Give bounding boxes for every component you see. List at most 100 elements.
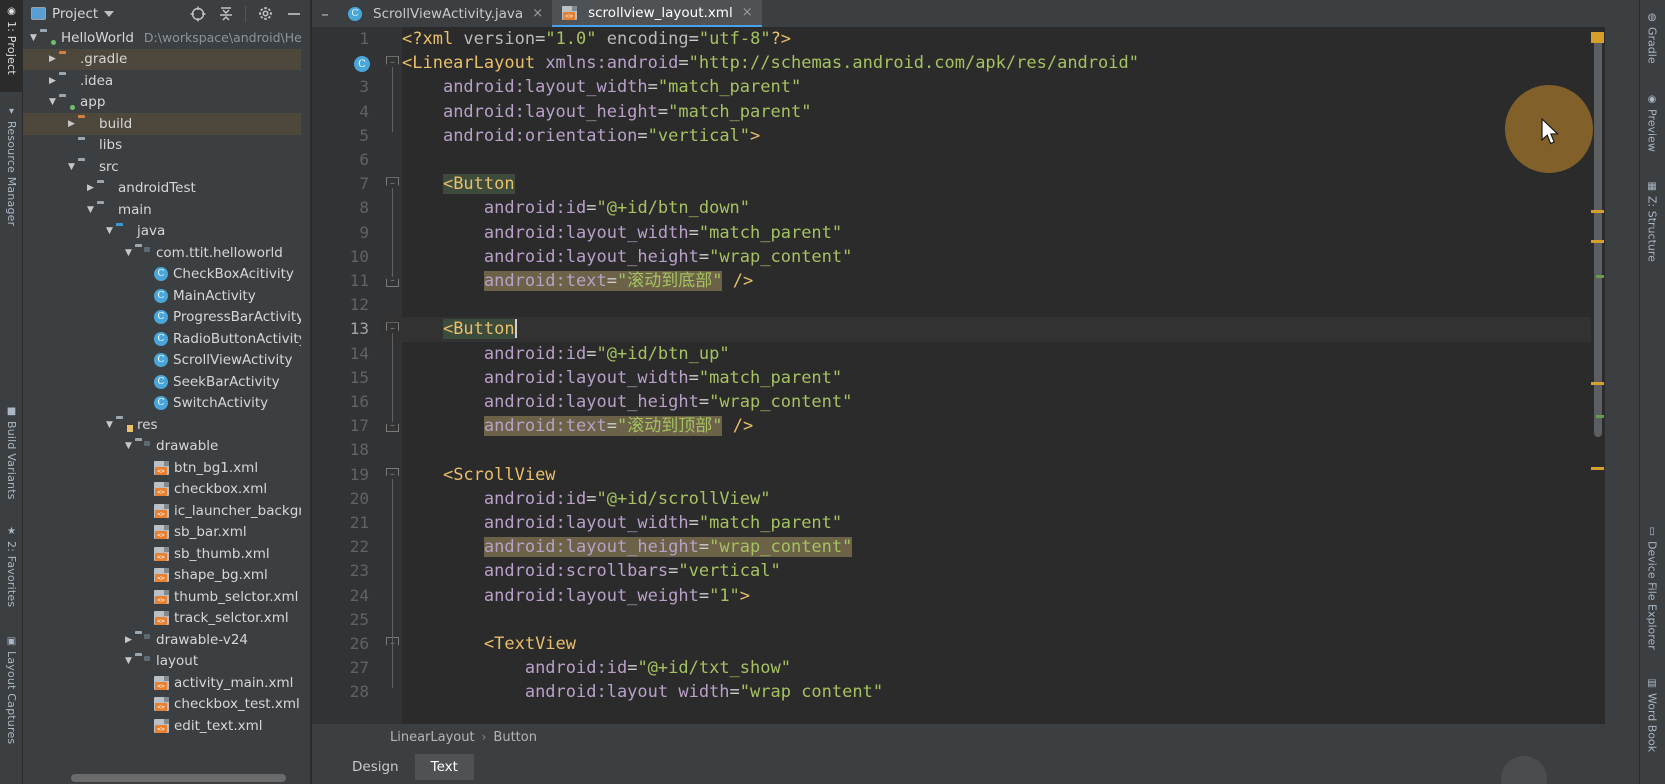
tree-row[interactable]: ▶ .gradle [23,48,301,70]
tree-row-root[interactable]: ▼ HelloWorld D:\workspace\android\Hell [23,27,301,49]
breadcrumb-item-linearlayout[interactable]: LinearLayout [390,730,475,745]
code-text[interactable]: 1<?xml version="1.0" encoding="utf-8"?>2… [350,27,1605,724]
tree-row[interactable]: ▼ java [23,221,301,243]
code-line[interactable]: <LinearLayout xmlns:android="http://sche… [402,51,1139,75]
chevron-right-icon[interactable]: ▶ [84,183,97,193]
code-line[interactable]: <TextView [402,632,576,656]
breadcrumb-item-button[interactable]: Button [493,730,537,745]
code-line[interactable]: <Button [402,317,517,341]
tree-row[interactable]: ▶<> track_selctor.xml [23,608,301,630]
code-line[interactable]: android:id="@+id/txt_show" [402,656,791,680]
code-line[interactable]: android:id="@+id/scrollView" [402,487,771,511]
tree-row[interactable]: ▶ libs [23,135,301,157]
tree-row[interactable]: ▼ src [23,156,301,178]
tree-row[interactable]: ▼ layout [23,651,301,673]
code-line[interactable]: android:layout_height="match_parent" [402,100,811,124]
sidebar-tab-word-book[interactable]: ▤ Word Book [1639,672,1665,784]
editor-marker[interactable] [1596,415,1604,418]
code-line[interactable]: android:layout_width="match_parent" [402,366,842,390]
code-line[interactable]: android:layout_height="wrap_content" [402,390,852,414]
editor-marker[interactable] [1591,467,1604,470]
chevron-down-icon[interactable]: ▼ [65,162,78,172]
tree-row[interactable]: ▶<> checkbox.xml [23,479,301,501]
chevron-down-icon[interactable]: ▼ [46,97,59,107]
chevron-down-icon[interactable] [104,10,115,17]
tree-row[interactable]: ▶<> shape_bg.xml [23,565,301,587]
editor-marker-column[interactable] [1591,27,1605,724]
tree-row[interactable]: ▶<> activity_main.xml [23,672,301,694]
tab-text[interactable]: Text [414,754,474,780]
chevron-down-icon[interactable]: ▼ [27,33,40,43]
chevron-down-icon[interactable]: ▼ [103,226,116,236]
chevron-down-icon[interactable]: ▼ [84,205,97,215]
editor-scrollbar-thumb[interactable] [1594,37,1602,437]
chevron-down-icon[interactable]: ▼ [122,248,135,258]
close-icon[interactable]: × [532,6,543,21]
minimize-icon[interactable] [285,5,302,22]
code-line[interactable]: android:layout_height="wrap_content" [402,245,852,269]
tree-row[interactable]: ▼ main [23,199,301,221]
editor-marker[interactable] [1591,240,1604,243]
code-line[interactable]: android:text="滚动到底部" /> [402,269,753,293]
breadcrumb[interactable]: LinearLayout › Button [312,724,1605,750]
locate-icon[interactable] [189,5,206,22]
code-editor[interactable]: 1<?xml version="1.0" encoding="utf-8"?>2… [312,27,1605,724]
gear-icon[interactable] [257,5,274,22]
tree-row[interactable]: ▶C CheckBoxAcitivity [23,264,301,286]
code-line[interactable]: android:text="滚动到顶部" /> [402,414,753,438]
editor-marker[interactable] [1596,275,1604,278]
code-line[interactable]: android:layout_width="match_parent" [402,221,842,245]
code-line[interactable]: android:layout width="wrap content" [402,680,883,704]
chevron-down-icon[interactable]: ▼ [122,656,135,666]
tree-row[interactable]: ▶C ProgressBarActivity [23,307,301,329]
tree-row[interactable]: ▶C SwitchActivity [23,393,301,415]
code-line[interactable]: android:orientation="vertical"> [402,124,760,148]
tree-row[interactable]: ▶<> checkbox_test.xml [23,694,301,716]
code-line[interactable]: android:layout_width="match_parent" [402,75,801,99]
chevron-right-icon[interactable]: ▶ [122,635,135,645]
tree-row[interactable]: ▶<> ic_launcher_backgroun [23,500,301,522]
chevron-down-icon[interactable]: ▼ [103,420,116,430]
chevron-right-icon[interactable]: ▶ [46,54,59,64]
sidebar-tab-device-file-explorer[interactable]: ▯ Device File Explorer [1639,520,1665,690]
tree-row[interactable]: ▶C SeekBarActivity [23,371,301,393]
sidebar-tab-gradle[interactable]: ◍ Gradle [1639,6,1665,96]
tree-row[interactable]: ▼ com.ttit.helloworld [23,242,301,264]
code-line[interactable]: android:layout_weight="1"> [402,584,750,608]
code-line[interactable]: android:layout_width="match_parent" [402,511,842,535]
tree-row[interactable]: ▼ drawable [23,436,301,458]
tree-row[interactable]: ▶<> sb_thumb.xml [23,543,301,565]
code-line[interactable]: <ScrollView [402,463,556,487]
tree-row[interactable]: ▶C ScrollViewActivity [23,350,301,372]
chevron-right-icon[interactable]: ▶ [46,76,59,86]
project-tree[interactable]: ▼ HelloWorld D:\workspace\android\Hell ▶… [23,27,301,784]
sidebar-tab-project[interactable]: ◉ 1: Project [0,0,23,92]
tree-row[interactable]: ▶ drawable-v24 [23,629,301,651]
code-line[interactable]: <?xml version="1.0" encoding="utf-8"?> [402,27,791,51]
code-line[interactable]: android:scrollbars="vertical" [402,559,781,583]
tree-row[interactable]: ▶ androidTest [23,178,301,200]
tree-row[interactable]: ▼ res [23,414,301,436]
tree-row[interactable]: ▶<> thumb_selctor.xml [23,586,301,608]
code-line[interactable]: android:id="@+id/btn_down" [402,196,750,220]
code-folding-gutter[interactable] [380,27,402,724]
close-icon[interactable]: × [742,5,753,20]
editor-tab-scrollviewactivity-java[interactable]: C ScrollViewActivity.java × [338,0,552,27]
chevron-right-icon[interactable]: ▶ [65,119,78,129]
tree-horizontal-scrollbar[interactable] [71,774,286,782]
collapse-all-icon[interactable] [217,5,234,22]
editor-tab-scrollview-layout-xml[interactable]: <> scrollview_layout.xml × [552,0,762,27]
tree-row[interactable]: ▶<> btn_bg1.xml [23,457,301,479]
tree-row[interactable]: ▶C MainActivity [23,285,301,307]
editor-marker[interactable] [1591,382,1604,385]
code-line[interactable]: <Button [402,172,515,196]
code-line[interactable]: android:id="@+id/btn_up" [402,342,730,366]
code-line[interactable]: android:layout_height="wrap_content" [402,535,853,559]
tree-row[interactable]: ▶<> sb_bar.xml [23,522,301,544]
sidebar-tab-preview[interactable]: ◉ Preview [1639,88,1665,184]
sidebar-tab-structure[interactable]: ▦ Z: Structure [1639,175,1665,295]
sidebar-tab-resource-manager[interactable]: ▾ Resource Manager [0,100,23,250]
tab-design[interactable]: Design [336,754,415,780]
tree-row[interactable]: ▶ .idea [23,70,301,92]
chevron-down-icon[interactable]: ▼ [122,441,135,451]
